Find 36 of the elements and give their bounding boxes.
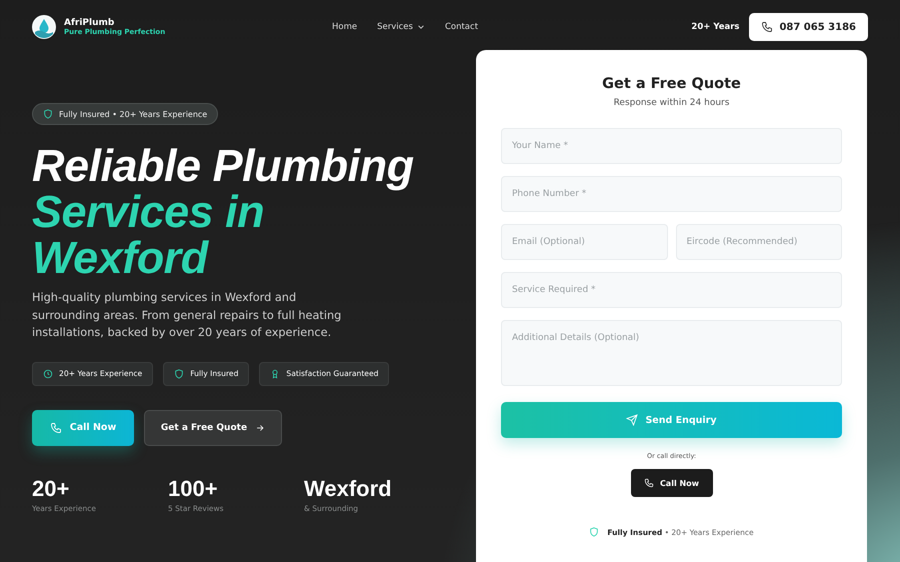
form-title: Get a Free Quote xyxy=(602,76,741,92)
stat-value: 20+ xyxy=(32,476,70,502)
phone-button[interactable]: 087 065 3186 xyxy=(749,13,868,41)
brand-name: AfriPlumb xyxy=(64,18,116,28)
hero-title-line: Reliable Plumbing xyxy=(32,143,415,189)
hero-title-line: Services in xyxy=(32,189,264,235)
experience-note: 20+ Years xyxy=(691,22,740,32)
input-field[interactable]: Email (Optional) xyxy=(501,224,668,260)
hero-title-line: Wexford xyxy=(32,235,210,281)
award-icon xyxy=(270,368,280,378)
shield-icon xyxy=(43,109,53,119)
nav-link[interactable]: Home xyxy=(332,22,358,32)
water-drop-logo-icon xyxy=(32,15,56,39)
shield-icon xyxy=(589,527,600,537)
clock-icon xyxy=(43,368,53,378)
stat-value: 100+ xyxy=(168,476,219,502)
free-quote-button[interactable]: Get a Free Quote xyxy=(144,410,282,446)
call-now-button[interactable]: Call Now xyxy=(630,469,712,497)
input-field[interactable]: Your Name * xyxy=(501,128,842,164)
input-field[interactable]: Service Required * xyxy=(501,272,842,308)
form-subtitle: Response within 24 hours xyxy=(614,98,730,108)
details-field[interactable]: Additional Details (Optional) xyxy=(501,320,842,386)
badge-text: Fully Insured • 20+ Years Experience xyxy=(59,110,208,118)
input-field[interactable]: Eircode (Recommended) xyxy=(676,224,842,260)
chevron-down-icon xyxy=(416,23,425,31)
nav-link[interactable]: Contact xyxy=(444,22,478,32)
phone-icon xyxy=(50,422,62,434)
hero-description: High-quality plumbing services in Wexford and surrounding areas. From general repairs to full heating installations, backed by over 20 years of experience. xyxy=(32,290,342,341)
send-icon xyxy=(626,414,638,426)
arrow-right-icon xyxy=(255,422,266,432)
input-field[interactable]: Phone Number * xyxy=(501,176,842,212)
shield-icon xyxy=(174,368,184,378)
nav-link[interactable]: Services xyxy=(377,22,425,32)
stat-value: Wexford xyxy=(304,476,393,502)
phone-icon xyxy=(761,21,774,33)
phone-icon xyxy=(644,478,654,488)
